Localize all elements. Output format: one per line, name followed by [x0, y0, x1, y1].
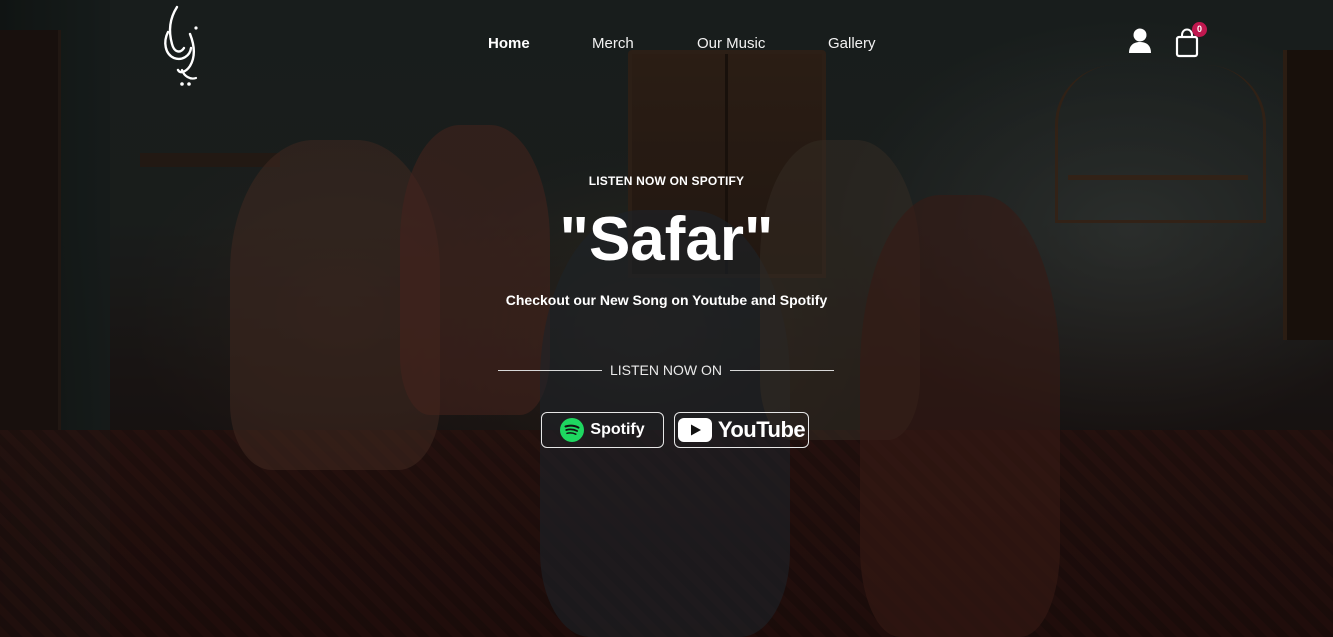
- spotify-button-label: Spotify: [590, 421, 645, 438]
- hero-section: Home Merch Our Music Gallery 0 LISTEN NO…: [0, 0, 1333, 637]
- nav-gallery[interactable]: Gallery: [828, 33, 876, 55]
- hero-kicker: LISTEN NOW ON SPOTIFY: [588, 174, 745, 188]
- youtube-button-label: YouTube: [717, 417, 806, 442]
- hero-subtitle: Checkout our New Song on Youtube and Spo…: [505, 292, 828, 308]
- nav-home[interactable]: Home: [488, 33, 530, 55]
- youtube-button[interactable]: YouTube: [674, 412, 809, 448]
- nav-merch[interactable]: Merch: [592, 33, 634, 55]
- hero-title: "Safar": [559, 205, 774, 274]
- spotify-icon: [560, 418, 585, 442]
- spotify-button[interactable]: Spotify: [541, 412, 664, 448]
- divider-right: [730, 370, 834, 371]
- user-icon[interactable]: [1128, 28, 1152, 54]
- youtube-play-icon: [677, 418, 712, 442]
- cart-count-badge: 0: [1192, 22, 1207, 37]
- listen-now-on-label: LISTEN NOW ON: [609, 362, 722, 378]
- hero-overlay: [0, 0, 1333, 637]
- nav-our-music[interactable]: Our Music: [697, 33, 765, 55]
- divider-left: [498, 370, 602, 371]
